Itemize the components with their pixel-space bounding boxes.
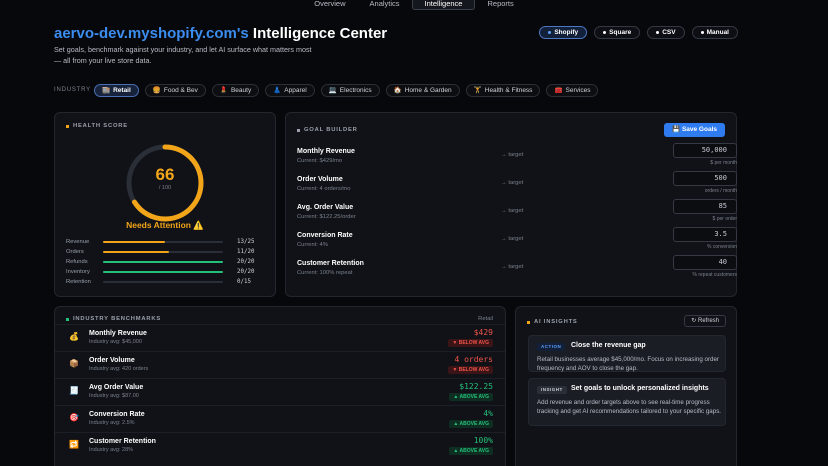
ai-insights-heading: AI INSIGHTS	[527, 319, 578, 325]
receipt-icon: 🧾	[69, 386, 79, 395]
pos-manual-button[interactable]: Manual	[691, 26, 738, 39]
status-badge: ▼ BELOW AVG	[448, 366, 493, 374]
progress-fill	[103, 270, 223, 274]
health-row-retention: Retention 0/15	[66, 279, 251, 285]
repeat-icon: 🔁	[69, 440, 79, 449]
refresh-button[interactable]: ↻ Refresh	[684, 315, 726, 327]
industry-selector: 🏬 Retail 🍔 Food & Bev 💄 Beauty 👗 Apparel 💻 El…	[94, 84, 599, 97]
insight-tag: INSIGHT	[537, 386, 567, 394]
goal-builder-panel: GOAL BUILDER 💾 Save Goals Monthly Revenu…	[285, 112, 737, 297]
dot-icon	[656, 31, 660, 34]
health-row-revenue: Revenue 13/25	[66, 239, 255, 245]
industry-beauty-button[interactable]: 💄 Beauty	[211, 84, 260, 97]
store-icon: 🏬	[102, 87, 111, 94]
tab-analytics[interactable]: Analytics	[358, 0, 412, 10]
health-row-orders: Orders 11/20	[66, 249, 255, 255]
goal-monthly-revenue: Monthly Revenue Current: $429/mo → targe…	[297, 143, 737, 174]
goal-conversion-input[interactable]: 3.5	[673, 227, 737, 242]
status-badge: ▲ ABOVE AVG	[449, 393, 493, 401]
benchmark-row: 📦 Order Volume Industry avg: 420 orders …	[55, 351, 505, 378]
health-score-heading: HEALTH SCORE	[66, 123, 128, 129]
page-subtitle: Set goals, benchmark against your indust…	[54, 45, 312, 65]
goal-conversion-rate: Conversion Rate Current: 4% → target 3.5…	[297, 227, 737, 258]
bullet-icon	[66, 124, 69, 128]
goal-retention-input[interactable]: 40	[673, 255, 737, 270]
status-badge: ▲ ABOVE AVG	[449, 447, 493, 455]
industry-benchmarks-panel: INDUSTRY BENCHMARKS Retail 💰 Monthly Rev…	[54, 306, 506, 466]
industry-home-garden-button[interactable]: 🏠 Home & Garden	[385, 84, 460, 97]
bullet-icon	[297, 128, 300, 132]
dress-icon: 👗	[273, 87, 282, 94]
ai-insights-panel: AI INSIGHTS ↻ Refresh ACTION Close the r…	[515, 306, 737, 466]
laptop-icon: 💻	[328, 87, 337, 94]
health-row-refunds: Refunds 20/20	[66, 259, 255, 265]
insight-card-insight: INSIGHT Set goals to unlock personalized…	[528, 378, 726, 426]
industry-food-bev-button[interactable]: 🍔 Food & Bev	[144, 84, 206, 97]
bullet-icon	[527, 320, 530, 324]
goal-builder-heading: GOAL BUILDER	[297, 127, 358, 133]
benchmark-row: 🧾 Avg Order Value Industry avg: $87.00 $…	[55, 378, 505, 405]
health-status: Needs Attention ⚠️	[126, 220, 204, 230]
insight-tag: ACTION	[537, 343, 566, 351]
toolbox-icon: 🧰	[554, 87, 563, 94]
dot-icon	[603, 31, 607, 34]
health-score-panel: HEALTH SCORE 66 / 100 Needs Attention ⚠️…	[54, 112, 276, 297]
bullet-icon	[66, 317, 69, 321]
status-badge: ▼ BELOW AVG	[448, 339, 493, 347]
industry-apparel-button[interactable]: 👗 Apparel	[265, 84, 315, 97]
pos-source-selector: Shopify Square CSV Manual	[539, 26, 738, 39]
tab-intelligence[interactable]: Intelligence	[411, 0, 476, 10]
package-icon: 📦	[69, 359, 79, 368]
page-title: aervo-dev.myshopify.com's Intelligence C…	[54, 25, 387, 42]
benchmark-row: 🎯 Conversion Rate Industry avg: 2.5% 4% …	[55, 405, 505, 432]
store-name: aervo-dev.myshopify.com's	[54, 25, 249, 42]
industry-retail-button[interactable]: 🏬 Retail	[94, 84, 139, 97]
money-bag-icon: 💰	[69, 332, 79, 341]
lipstick-icon: 💄	[219, 87, 228, 94]
insight-card-action: ACTION Close the revenue gap Retail busi…	[528, 335, 726, 372]
pos-shopify-button[interactable]: Shopify	[539, 26, 588, 39]
status-badge: ▲ ABOVE AVG	[449, 420, 493, 428]
progress-fill	[103, 250, 169, 254]
burger-icon: 🍔	[152, 87, 161, 94]
pos-square-button[interactable]: Square	[594, 26, 641, 39]
title-text: Intelligence Center	[248, 25, 388, 42]
goal-revenue-input[interactable]: 50,000	[673, 143, 737, 158]
goal-customer-retention: Customer Retention Current: 100% repeat …	[297, 255, 737, 286]
tab-overview[interactable]: Overview	[302, 0, 357, 10]
save-goals-button[interactable]: 💾 Save Goals	[664, 123, 725, 137]
target-icon: 🎯	[69, 413, 79, 422]
goal-orders-input[interactable]: 500	[673, 171, 737, 186]
benchmark-row: 💰 Monthly Revenue Industry avg: $45,000 …	[55, 324, 505, 351]
benchmarks-industry: Retail	[478, 316, 493, 322]
weightlifter-icon: 🏋	[473, 87, 482, 94]
health-score-max: / 100	[158, 185, 172, 191]
goal-order-volume: Order Volume Current: 4 orders/mo → targ…	[297, 171, 737, 202]
dot-icon	[548, 31, 552, 34]
pos-csv-button[interactable]: CSV	[647, 26, 685, 39]
benchmark-row: 🔁 Customer Retention Industry avg: 28% 1…	[55, 432, 505, 459]
goal-aov-input[interactable]: 85	[673, 199, 737, 214]
progress-fill	[103, 240, 166, 244]
house-icon: 🏠	[393, 87, 402, 94]
top-nav: Overview Analytics Intelligence Reports	[0, 0, 828, 10]
benchmarks-heading: INDUSTRY BENCHMARKS	[66, 316, 161, 322]
industry-health-fitness-button[interactable]: 🏋 Health & Fitness	[465, 84, 541, 97]
progress-fill	[103, 260, 223, 264]
goal-avg-order-value: Avg. Order Value Current: $122.25/order …	[297, 199, 737, 230]
industry-electronics-button[interactable]: 💻 Electronics	[320, 84, 380, 97]
health-breakdown: Revenue 13/25 Orders 11/20 Refunds 20/20 In…	[66, 237, 266, 287]
industry-label: INDUSTRY	[54, 87, 91, 93]
tab-reports[interactable]: Reports	[475, 0, 525, 10]
health-score-gauge: 66 / 100	[125, 143, 205, 223]
health-row-inventory: Inventory 20/20	[66, 269, 255, 275]
dot-icon	[700, 31, 704, 34]
industry-services-button[interactable]: 🧰 Services	[546, 84, 599, 97]
health-score-value: 66	[155, 165, 175, 184]
